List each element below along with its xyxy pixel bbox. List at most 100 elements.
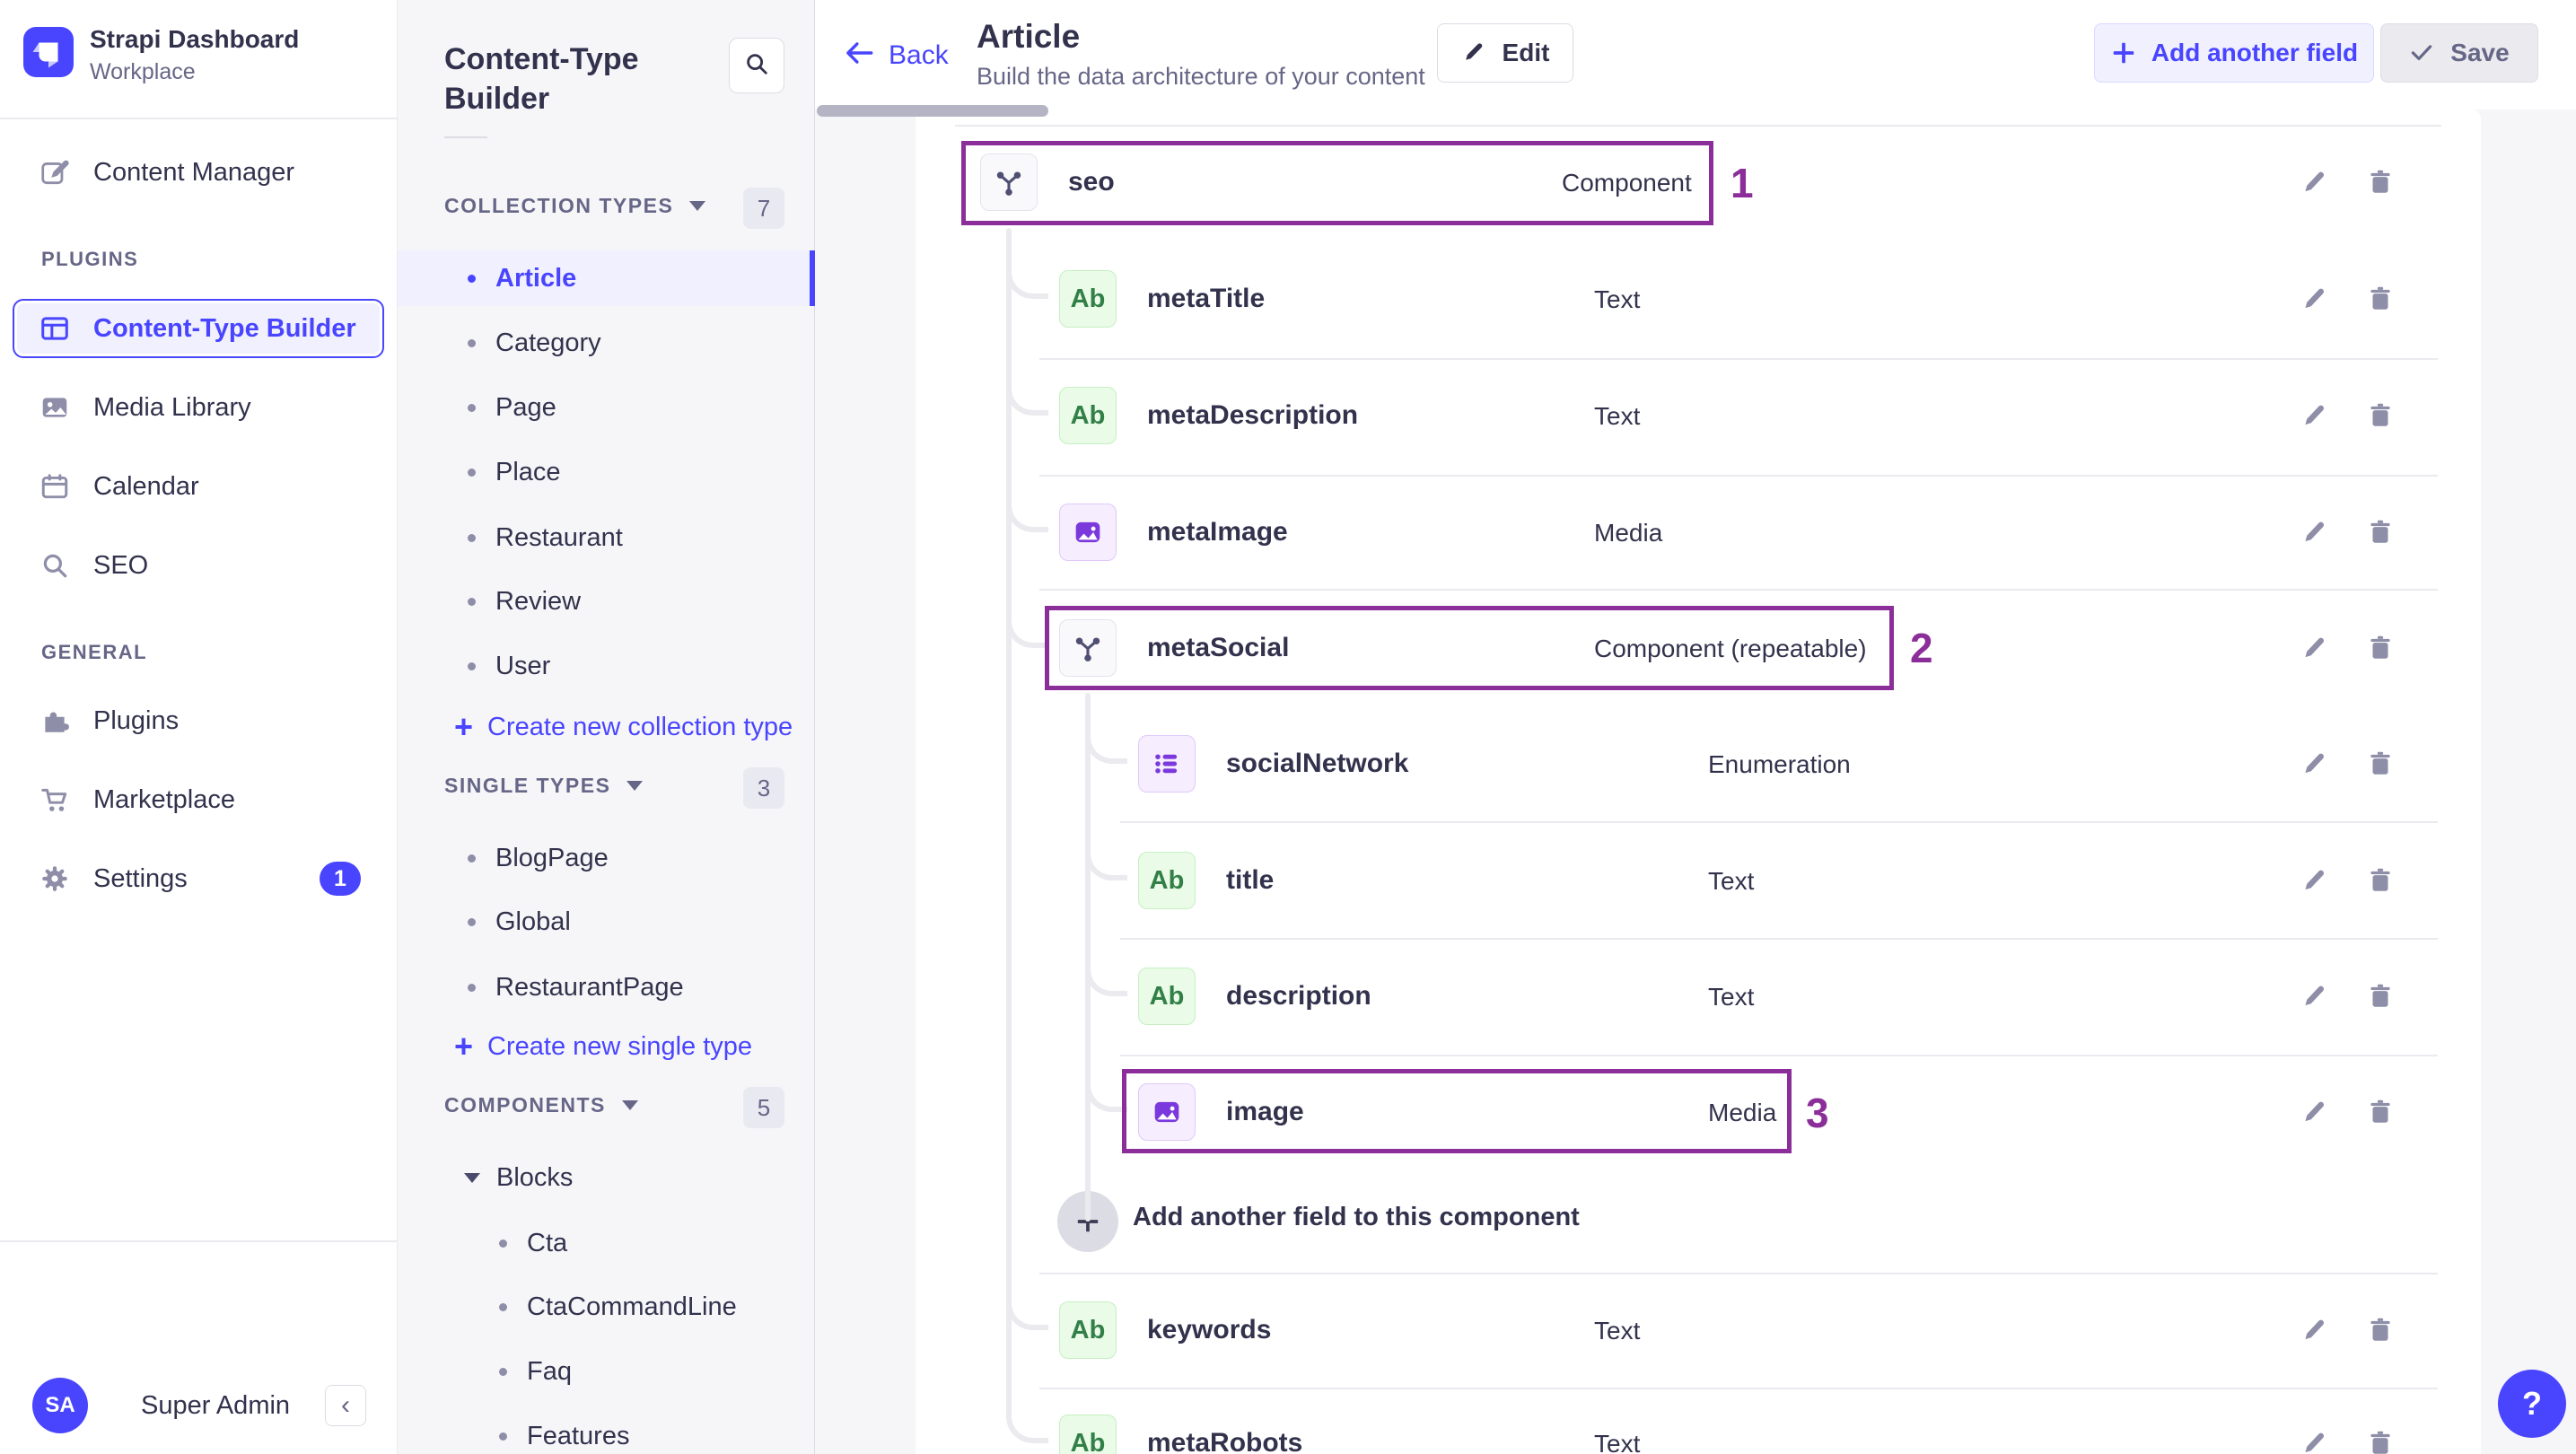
edit-field-button[interactable] [2294, 628, 2334, 668]
chevron-down-icon [689, 201, 706, 211]
chevron-down-icon [464, 1172, 480, 1183]
edit-field-button[interactable] [2294, 1423, 2334, 1454]
sidebar-item-marketplace[interactable]: Marketplace [0, 770, 398, 829]
delete-field-button[interactable] [2361, 512, 2400, 552]
delete-field-button[interactable] [2361, 279, 2400, 319]
panel-section-header-collection-types[interactable]: COLLECTION TYPES [444, 194, 706, 218]
save-button[interactable]: Save [2380, 23, 2538, 83]
bullet-icon [499, 1432, 507, 1441]
edit-field-button[interactable] [2294, 512, 2334, 552]
panel-item-ctacommandline[interactable]: CtaCommandLine [499, 1288, 737, 1326]
row-divider [1039, 358, 2438, 360]
sidebar-item-calendar[interactable]: Calendar [0, 457, 398, 516]
bullet-icon [499, 1302, 507, 1311]
delete-field-button[interactable] [2361, 1310, 2400, 1350]
bullet-icon [468, 983, 476, 992]
sidebar-item-label: Content Manager [93, 157, 295, 187]
panel-item-review[interactable]: Review [468, 582, 581, 620]
field-type-icon-text: Ab [1059, 387, 1117, 444]
field-type-icon-text: Ab [1138, 852, 1196, 909]
delete-field-button[interactable] [2361, 162, 2400, 202]
bullet-icon [468, 661, 476, 670]
field-type: Text [1594, 1317, 1641, 1345]
sidebar-item-content-manager[interactable]: Content Manager [0, 143, 398, 202]
panel-item-user[interactable]: User [468, 647, 550, 685]
panel-item-place[interactable]: Place [468, 453, 561, 491]
bullet-icon [468, 403, 476, 412]
sidebar-item-media-library[interactable]: Media Library [0, 378, 398, 437]
panel-section-header-components[interactable]: COMPONENTS [444, 1093, 638, 1117]
field-name: title [1226, 865, 1275, 895]
panel-section-header-single-types[interactable]: SINGLE TYPES [444, 774, 644, 798]
check-icon [2409, 39, 2436, 66]
panel-item-global[interactable]: Global [468, 903, 571, 941]
puzzle-icon [39, 705, 70, 736]
sidebar-item-content-type-builder[interactable]: Content-Type Builder [13, 299, 384, 358]
help-button[interactable]: ? [2498, 1370, 2566, 1438]
back-link[interactable]: Back [842, 36, 949, 74]
sidebar-item-plugins[interactable]: Plugins [0, 691, 398, 750]
annotation-number-3: 3 [1806, 1090, 1829, 1136]
delete-field-button[interactable] [2361, 1423, 2400, 1454]
annotation-number-2: 2 [1910, 625, 1933, 671]
delete-field-button[interactable] [2361, 628, 2400, 668]
edit-button[interactable]: Edit [1437, 23, 1573, 83]
sidebar-item-seo[interactable]: SEO [0, 536, 398, 595]
edit-field-button[interactable] [2294, 861, 2334, 900]
edit-field-button[interactable] [2294, 977, 2334, 1016]
delete-field-button[interactable] [2361, 861, 2400, 900]
bullet-icon [468, 917, 476, 926]
create-new-type-link[interactable]: + Create new collection type [454, 707, 793, 747]
delete-field-button[interactable] [2361, 1092, 2400, 1132]
field-type: Enumeration [1708, 750, 1851, 778]
active-item-indicator [810, 250, 815, 306]
brand-subtitle: Workplace [90, 59, 196, 84]
panel-item-page[interactable]: Page [468, 389, 556, 426]
sidebar-item-label: Calendar [93, 471, 199, 501]
panel-section-label: SINGLE TYPES [444, 774, 611, 797]
edit-label: Edit [1502, 39, 1550, 66]
panel-section-count: 3 [743, 767, 784, 809]
edit-field-button[interactable] [2294, 744, 2334, 784]
panel-item-restaurantpage[interactable]: RestaurantPage [468, 968, 684, 1006]
layout-icon [39, 313, 70, 344]
panel-item-blogpage[interactable]: BlogPage [468, 839, 609, 877]
panel-item-faq[interactable]: Faq [499, 1353, 572, 1390]
horizontal-scrollbar-thumb[interactable] [817, 105, 1048, 117]
calendar-icon [39, 471, 70, 502]
collapse-sidebar-button[interactable]: ‹ [325, 1385, 366, 1426]
edit-field-button[interactable] [2294, 162, 2334, 202]
panel-item-cta[interactable]: Cta [499, 1224, 567, 1262]
field-name: description [1226, 981, 1371, 1011]
delete-field-button[interactable] [2361, 744, 2400, 784]
panel-item-label: Place [495, 457, 561, 486]
edit-field-button[interactable] [2294, 1092, 2334, 1132]
field-name: metaRobots [1147, 1428, 1303, 1454]
field-type-icon-text: Ab [1059, 270, 1117, 328]
field-name: keywords [1147, 1315, 1272, 1345]
edit-field-button[interactable] [2294, 279, 2334, 319]
delete-field-button[interactable] [2361, 396, 2400, 435]
panel-item-label: Review [495, 586, 582, 616]
panel-action-label: Create new single type [487, 1031, 753, 1061]
panel-item-category[interactable]: Category [468, 324, 601, 362]
sidebar-footer-divider [0, 1240, 398, 1242]
edit-field-button[interactable] [2294, 1310, 2334, 1350]
add-another-field-button[interactable]: Add another field [2094, 23, 2374, 83]
save-label: Save [2450, 39, 2510, 66]
panel-item-features[interactable]: Features [499, 1417, 629, 1454]
edit-field-button[interactable] [2294, 396, 2334, 435]
field-name: metaTitle [1147, 284, 1266, 313]
panel-item-restaurant[interactable]: Restaurant [468, 519, 623, 556]
panel-search-button[interactable] [729, 38, 784, 93]
add-field-to-component-label[interactable]: Add another field to this component [1133, 1203, 1580, 1232]
panel-group-blocks[interactable]: Blocks [464, 1159, 573, 1196]
panel-item-label: Page [495, 392, 556, 422]
panel-item-article[interactable]: Article [468, 259, 576, 297]
field-type-icon-media [1059, 504, 1117, 561]
create-new-type-link[interactable]: + Create new single type [454, 1027, 752, 1066]
app-root: Strapi Dashboard Workplace SA Super Admi… [0, 0, 2576, 1454]
panel-item-label: Article [495, 263, 577, 293]
field-type-icon-enum [1138, 735, 1196, 793]
delete-field-button[interactable] [2361, 977, 2400, 1016]
